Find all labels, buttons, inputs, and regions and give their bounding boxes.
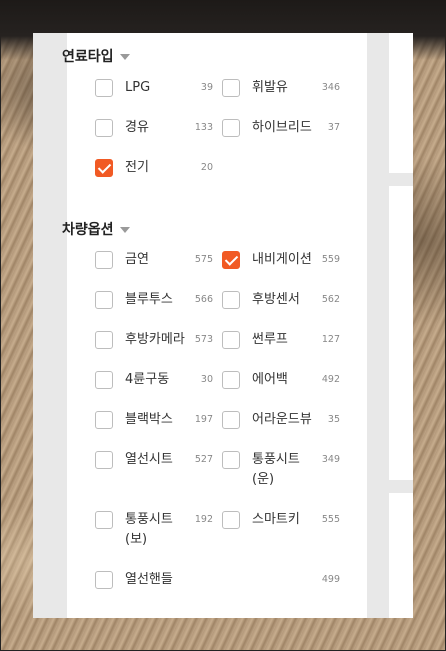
caret-down-icon: [119, 227, 130, 233]
checkbox[interactable]: [95, 79, 113, 97]
panel-left-gutter: [33, 33, 67, 618]
option-count: 575: [194, 254, 213, 265]
checkbox[interactable]: [95, 251, 113, 269]
checkbox[interactable]: [222, 411, 240, 429]
option-label: 스마트키: [252, 512, 300, 527]
option-count: 20: [200, 162, 213, 173]
option-count: 566: [194, 294, 213, 305]
option-label: 경유: [125, 120, 149, 135]
checkbox[interactable]: [222, 119, 240, 137]
option-count: 127: [321, 334, 340, 345]
fuel-type-title: 연료타입: [62, 49, 114, 65]
option-label: 금연: [125, 252, 149, 267]
option-label: 4륜구동: [125, 372, 170, 387]
checkbox[interactable]: [95, 571, 113, 589]
option-count: 492: [321, 374, 340, 385]
option-label: 썬루프: [252, 332, 288, 347]
panel-divider: [389, 173, 413, 186]
option-count: 35: [327, 414, 340, 425]
checkbox[interactable]: [222, 79, 240, 97]
option-count: 573: [194, 334, 213, 345]
option-count: 559: [321, 254, 340, 265]
checkbox[interactable]: [95, 411, 113, 429]
checkbox[interactable]: [95, 371, 113, 389]
option-label: 통풍시트 (운): [252, 452, 300, 487]
option-label: 후방카메라: [125, 332, 185, 347]
option-count: 346: [321, 82, 340, 93]
option-count: 37: [327, 122, 340, 133]
option-label: 휘발유: [252, 80, 288, 95]
checkbox-checked[interactable]: [95, 159, 113, 177]
checkbox[interactable]: [95, 119, 113, 137]
option-count: 349: [321, 454, 340, 465]
option-count: 133: [194, 122, 213, 133]
option-label: 블랙박스: [125, 412, 173, 427]
option-label: 블루투스: [125, 292, 173, 307]
option-label: 내비게이션: [252, 252, 312, 267]
option-count: 39: [200, 82, 213, 93]
option-label: 후방센서: [252, 292, 300, 307]
option-label: 열선시트: [125, 452, 173, 467]
checkbox[interactable]: [222, 371, 240, 389]
checkbox[interactable]: [95, 451, 113, 469]
checkbox[interactable]: [222, 511, 240, 529]
option-count: 499: [321, 574, 340, 585]
checkbox[interactable]: [222, 291, 240, 309]
checkbox[interactable]: [95, 331, 113, 349]
checkbox[interactable]: [222, 451, 240, 469]
option-count: 562: [321, 294, 340, 305]
panel-divider: [389, 480, 413, 493]
vehicle-options-heading[interactable]: 차량옵션: [62, 219, 130, 239]
vehicle-options-title: 차량옵션: [62, 222, 114, 238]
option-count: 197: [194, 414, 213, 425]
option-count: 192: [194, 514, 213, 525]
option-count: 555: [321, 514, 340, 525]
panel-right-gutter: [367, 33, 389, 618]
caret-down-icon: [119, 54, 130, 60]
option-label: 전기: [125, 160, 149, 175]
checkbox[interactable]: [95, 291, 113, 309]
option-label: 에어백: [252, 372, 288, 387]
checkbox[interactable]: [222, 331, 240, 349]
option-label: 어라운드뷰: [252, 412, 312, 427]
option-label: 열선핸들: [125, 572, 173, 587]
option-label: 통풍시트 (보): [125, 512, 173, 547]
checkbox-checked[interactable]: [222, 251, 240, 269]
option-count: 527: [194, 454, 213, 465]
option-label: 하이브리드: [252, 120, 312, 135]
checkbox[interactable]: [95, 511, 113, 529]
fuel-type-heading[interactable]: 연료타입: [62, 46, 130, 66]
option-label: LPG: [125, 80, 151, 95]
option-count: 30: [200, 374, 213, 385]
